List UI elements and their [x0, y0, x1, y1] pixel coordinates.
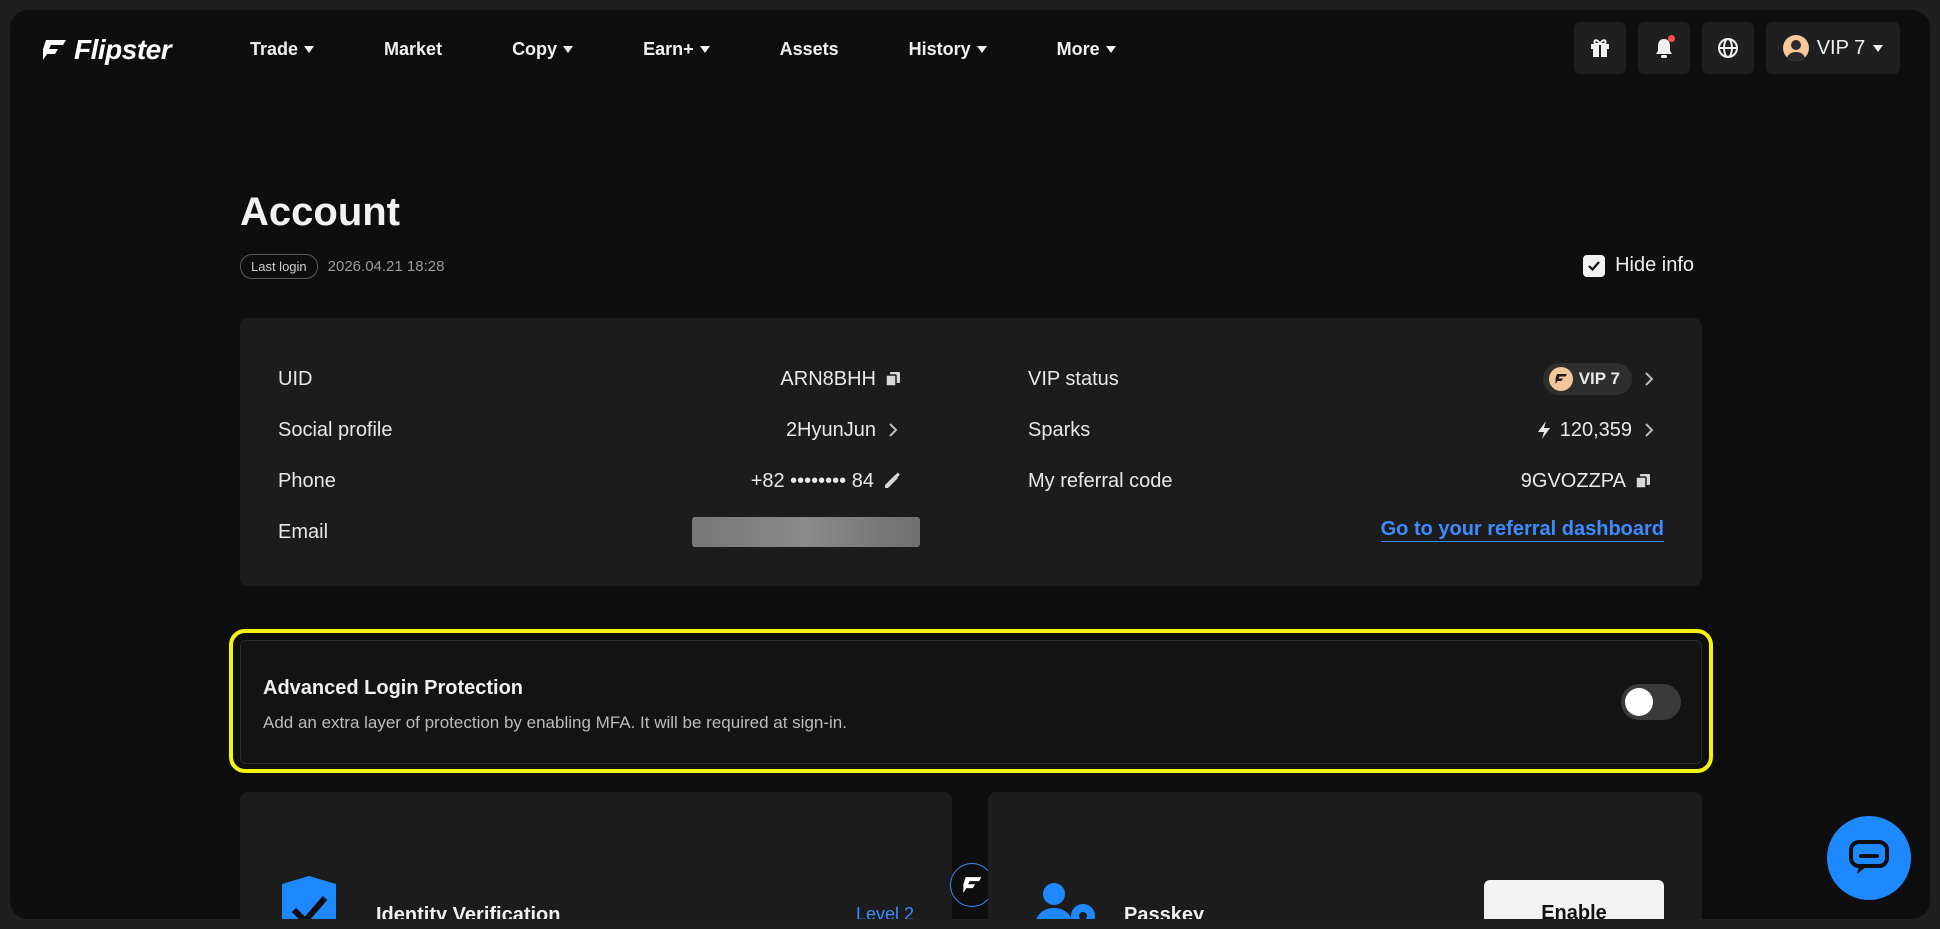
logo-text: Flipster	[74, 34, 172, 65]
sparks-label: Sparks	[1028, 418, 1091, 441]
sparks-row[interactable]: Sparks 120,359	[1028, 415, 1658, 445]
social-profile-row[interactable]: Social profile 2HyunJun	[278, 415, 902, 445]
referral-code-row: My referral code 9GVOZZPA	[1028, 466, 1652, 496]
vip-status-badge[interactable]: VIP 7	[1542, 363, 1632, 395]
chevron-right-icon	[1645, 372, 1654, 386]
referral-code-value: 9GVOZZPA	[1520, 469, 1626, 492]
user-key-icon	[1036, 883, 1095, 919]
alp-toggle[interactable]	[1621, 684, 1681, 720]
notifications-button[interactable]	[1638, 22, 1690, 74]
identity-verification-card[interactable]: Identity Verification Level 2	[240, 792, 952, 919]
last-login-badge: Last login	[240, 254, 318, 279]
sparks-value-group: 120,359	[1536, 419, 1658, 442]
uid-row: UID ARN8BHH	[278, 364, 902, 394]
menu-label: More	[1056, 38, 1100, 59]
phone-value: +82 •••••••• 84	[750, 469, 874, 492]
hide-info-label: Hide info	[1615, 254, 1694, 276]
menu-label: Copy	[512, 38, 558, 59]
caret-down-icon	[976, 45, 987, 53]
alp-title: Advanced Login Protection	[263, 677, 524, 699]
caret-down-icon	[699, 45, 710, 53]
referral-dashboard-link[interactable]: Go to your referral dashboard	[1380, 518, 1664, 542]
menu-assets[interactable]: Assets	[780, 39, 839, 60]
gift-button[interactable]	[1574, 22, 1626, 74]
avatar-icon	[1782, 35, 1809, 61]
uid-value-group: ARN8BHH	[780, 368, 902, 391]
menu-label: Trade	[250, 38, 299, 59]
menu-trade[interactable]: Trade	[250, 38, 315, 60]
nav-actions: VIP 7	[1574, 22, 1900, 74]
passkey-title: Passkey	[1124, 904, 1205, 919]
identity-verification-title: Identity Verification	[376, 904, 561, 919]
support-chat-button[interactable]	[1827, 816, 1911, 900]
menu-copy[interactable]: Copy	[512, 38, 574, 60]
menu-more[interactable]: More	[1057, 39, 1116, 60]
chevron-right-icon	[1645, 423, 1654, 437]
verification-level: Level 2	[855, 904, 914, 919]
referral-code-value-group: 9GVOZZPA	[1521, 470, 1652, 493]
caret-down-icon	[1873, 44, 1884, 52]
logo[interactable]: Flipster	[40, 34, 172, 66]
profile-vip-label: VIP 7	[1816, 36, 1866, 59]
advanced-login-protection-card: Advanced Login Protection Add an extra l…	[240, 640, 1702, 764]
menu-earn[interactable]: Earn+	[643, 39, 710, 60]
language-button[interactable]	[1702, 22, 1754, 74]
shield-check-icon	[282, 876, 336, 919]
top-nav: Flipster Trade Market Copy Earn+ Assets …	[10, 10, 1930, 88]
main-menu: Trade Market Copy Earn+ Assets History M…	[250, 10, 1186, 88]
social-profile-value-group: 2HyunJun	[786, 419, 902, 442]
globe-icon	[1718, 38, 1738, 58]
lightning-icon	[1537, 421, 1550, 439]
email-label: Email	[278, 520, 329, 543]
passkey-card: Passkey Enable	[988, 792, 1702, 919]
menu-label: Assets	[779, 38, 839, 59]
menu-label: History	[908, 38, 971, 59]
last-login-row: Last login 2026.04.21 18:28	[240, 254, 444, 279]
uid-label: UID	[278, 367, 313, 390]
vip-status-value: VIP 7	[1578, 369, 1620, 388]
notification-dot	[1668, 35, 1675, 42]
check-icon	[1588, 260, 1600, 271]
app-frame: Flipster Trade Market Copy Earn+ Assets …	[10, 10, 1930, 919]
caret-down-icon	[304, 45, 315, 53]
hide-info-checkbox[interactable]	[1583, 254, 1606, 277]
vip-status-row[interactable]: VIP status VIP 7	[1028, 363, 1658, 395]
menu-history[interactable]: History	[909, 39, 987, 60]
gift-icon	[1591, 39, 1609, 57]
page-title: Account	[240, 190, 400, 234]
email-row: Email	[278, 517, 920, 547]
vip-status-label: VIP status	[1028, 367, 1119, 390]
social-profile-label: Social profile	[278, 418, 393, 441]
referral-code-label: My referral code	[1028, 469, 1173, 492]
social-profile-value: 2HyunJun	[785, 418, 876, 441]
menu-label: Market	[384, 38, 443, 59]
caret-down-icon	[1105, 45, 1116, 53]
edit-pencil-icon[interactable]	[882, 471, 902, 491]
vip-status-value-group: VIP 7	[1542, 363, 1658, 395]
phone-value-group: +82 •••••••• 84	[751, 470, 902, 493]
flipster-logo-icon	[43, 40, 66, 60]
toggle-knob	[1625, 688, 1653, 716]
phone-label: Phone	[278, 469, 336, 492]
chevron-right-icon	[889, 423, 898, 437]
email-masked-value	[692, 517, 920, 547]
last-login-time: 2026.04.21 18:28	[327, 258, 445, 275]
menu-market[interactable]: Market	[384, 39, 442, 60]
email-value-group	[692, 517, 920, 547]
alp-description: Add an extra layer of protection by enab…	[263, 713, 847, 732]
sparks-value: 120,359	[1559, 418, 1632, 441]
uid-value: ARN8BHH	[780, 367, 876, 390]
phone-row: Phone +82 •••••••• 84	[278, 466, 902, 496]
menu-label: Earn+	[643, 38, 694, 59]
copy-icon[interactable]	[884, 370, 902, 388]
profile-menu-button[interactable]: VIP 7	[1766, 22, 1900, 74]
passkey-enable-button[interactable]: Enable	[1484, 880, 1664, 919]
hide-info-toggle[interactable]: Hide info	[1583, 254, 1694, 277]
account-info-card: UID ARN8BHH Social profile 2HyunJun Phon…	[240, 318, 1702, 586]
vip-coin-icon	[1548, 367, 1573, 391]
copy-icon[interactable]	[1634, 472, 1652, 490]
chat-bubble-icon	[1849, 840, 1889, 874]
caret-down-icon	[563, 45, 574, 53]
